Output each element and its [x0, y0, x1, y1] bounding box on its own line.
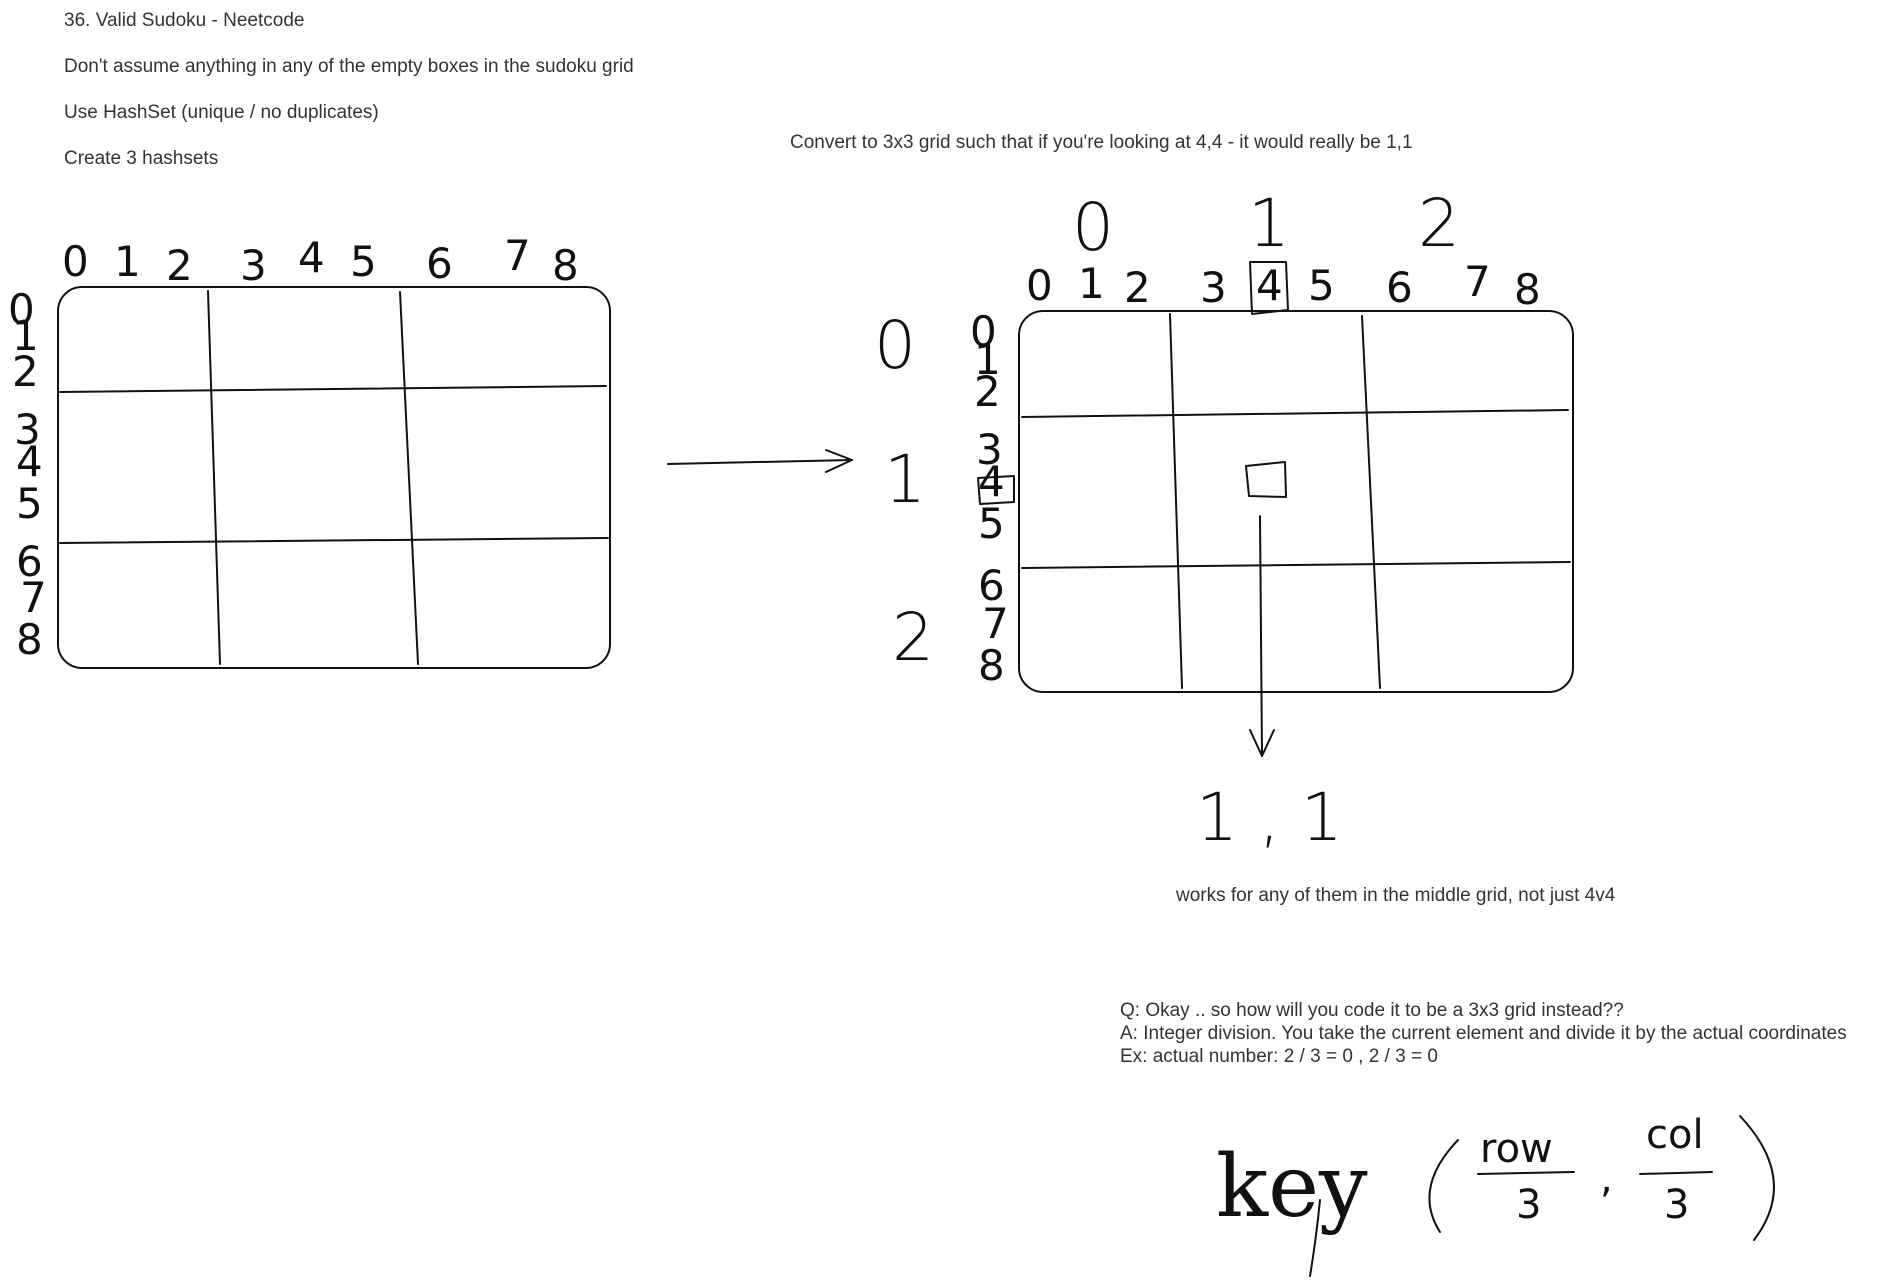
- close-paren: [1739, 1115, 1775, 1241]
- right-col-label: 6: [1386, 263, 1413, 312]
- left-col-label: 0: [62, 237, 89, 286]
- open-paren: [1428, 1139, 1459, 1233]
- left-grid-hline-1: [59, 385, 607, 393]
- sketch-layer: 0 1 2 3 4 5 6 7 8 0 1 2 3 4 5 6 7 8 0 1 …: [8, 185, 1775, 1277]
- key-formula: key row 3 , col 3: [1216, 1112, 1775, 1277]
- right-row-label: 8: [978, 641, 1005, 690]
- left-column-labels: 0 1 2 3 4 5 6 7 8: [62, 231, 579, 290]
- key-label: key: [1216, 1137, 1368, 1237]
- box-row-label: 1: [884, 441, 926, 518]
- left-col-label: 7: [504, 231, 531, 280]
- box-col-label: 0: [1072, 189, 1114, 266]
- box-row-label: 2: [892, 599, 934, 676]
- right-row-labels: 0 1 2 3 4 5 6 7 8: [970, 307, 1015, 690]
- box-row-label: 0: [874, 307, 916, 384]
- whiteboard-canvas: { "notes": { "title": "36. Valid Sudoku …: [0, 0, 1895, 1286]
- left-col-label: 6: [426, 239, 453, 288]
- right-col-label: 0: [1026, 261, 1053, 310]
- left-grid-frame: [57, 286, 611, 669]
- key-col-label: col: [1646, 1112, 1704, 1158]
- box-col-label: 1: [1248, 185, 1290, 262]
- transform-arrow: [667, 449, 853, 473]
- right-grid-frame: [1018, 310, 1574, 693]
- transform-arrow-shaft: [667, 459, 853, 465]
- right-grid-vline-1: [1169, 313, 1183, 689]
- right-row-label: 5: [978, 499, 1005, 548]
- right-col-label: 5: [1308, 261, 1335, 310]
- left-row-label: 5: [16, 479, 43, 528]
- key-comma: ,: [1600, 1156, 1613, 1202]
- right-grid-hline-1: [1021, 409, 1569, 418]
- right-col-label: 2: [1124, 263, 1151, 312]
- right-col-label: 3: [1200, 263, 1227, 312]
- result-coordinates: 1 , 1: [1196, 779, 1343, 856]
- left-col-label: 5: [350, 237, 377, 286]
- left-col-label: 8: [552, 241, 579, 290]
- highlighted-cell-square: [1245, 461, 1287, 498]
- left-grid-hline-2: [59, 537, 609, 544]
- box-column-labels: 0 1 2: [1072, 185, 1460, 266]
- col-fraction-bar: [1639, 1171, 1713, 1175]
- left-col-label: 2: [166, 241, 193, 290]
- right-col-label: 7: [1464, 257, 1491, 306]
- left-col-label: 4: [298, 233, 325, 282]
- key-row-label: row: [1480, 1126, 1553, 1172]
- right-row-label: 2: [974, 367, 1001, 416]
- right-sudoku-grid: [1018, 310, 1574, 693]
- row-fraction-bar: [1477, 1171, 1575, 1175]
- right-col-label: 1: [1078, 259, 1105, 308]
- left-sudoku-grid: [57, 286, 611, 669]
- row-divisor: 3: [1516, 1182, 1541, 1228]
- right-grid-vline-2: [1361, 315, 1381, 689]
- left-row-label: 8: [16, 615, 43, 664]
- right-col-label: 8: [1514, 265, 1541, 314]
- left-grid-vline-2: [399, 291, 419, 665]
- box-col-label: 2: [1418, 185, 1460, 262]
- right-col-label: 4: [1256, 261, 1283, 310]
- left-row-labels: 0 1 2 3 4 5 6 7 8: [8, 285, 47, 664]
- result-arrow-shaft: [1259, 515, 1263, 757]
- left-grid-vline-1: [207, 290, 221, 665]
- box-row-labels: 0 1 2: [874, 307, 934, 676]
- left-col-label: 3: [240, 241, 267, 290]
- col-divisor: 3: [1664, 1182, 1689, 1228]
- result-arrow: [1249, 515, 1275, 757]
- left-col-label: 1: [114, 237, 141, 286]
- left-row-label: 2: [12, 347, 39, 396]
- right-grid-hline-2: [1021, 561, 1571, 569]
